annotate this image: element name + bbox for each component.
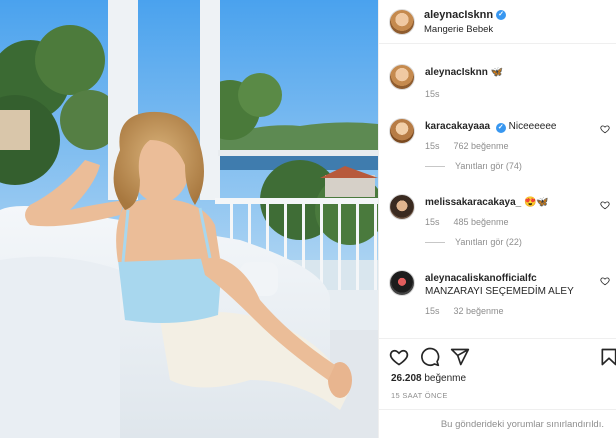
comment-meta: 15s 32 beğenme	[425, 306, 596, 316]
view-replies[interactable]: Yanıtları gör (74)	[425, 161, 596, 171]
comment-meta: 15s 762 beğenme	[425, 141, 596, 151]
comment-meta: 15s 485 beğenme	[425, 217, 596, 227]
likes-label: beğenme	[424, 373, 467, 384]
comment-username[interactable]: aleynacaliskanofficialfc	[425, 273, 537, 284]
replies-dash	[425, 165, 445, 167]
commenter-avatar[interactable]	[389, 270, 415, 296]
share-icon[interactable]	[450, 347, 470, 367]
comment-line: melissakaracakaya_ 😍🦋	[425, 196, 596, 209]
post-details-panel: aleynacIsknn ✓ Mangerie Bebek aleynacIsk…	[378, 0, 616, 438]
commenter-avatar[interactable]	[389, 118, 415, 144]
verified-badge-icon: ✓	[495, 123, 506, 133]
verified-badge-icon: ✓	[496, 9, 507, 20]
comment-text: 😍🦋	[523, 197, 549, 208]
comment-username[interactable]: melissakaracakaya_	[425, 197, 521, 208]
caption-text: 🦋	[490, 67, 504, 78]
author-avatar[interactable]	[389, 8, 415, 35]
comment-body: aleynacaliskanofficialfc MANZARAYI SEÇEM…	[425, 272, 596, 316]
comment-likes[interactable]: 485 beğenme	[454, 217, 509, 227]
view-replies[interactable]: Yanıtları gör (22)	[425, 237, 596, 247]
post-timestamp[interactable]: 15 SAAT ÖNCE	[391, 391, 448, 400]
post-actions: 26.208 beğenme 15 SAAT ÖNCE Bu gönderide…	[379, 338, 616, 438]
comment-body: karacakayaaa ✓ Niceeeeee 15s 762 beğenme…	[425, 120, 596, 171]
comment-text: MANZARAYI SEÇEMEDİM ALEY	[425, 286, 574, 297]
comment-like-heart-icon[interactable]	[600, 276, 610, 286]
restricted-text: Bu gönderideki yorumlar sınırlandırıldı.	[440, 419, 604, 430]
post-location[interactable]: Mangerie Bebek	[424, 24, 506, 35]
caption-meta: 15s	[425, 89, 596, 99]
comment-line: aleynacaliskanofficialfc MANZARAYI SEÇEM…	[425, 272, 596, 298]
comment-username[interactable]: karacakayaaa	[425, 121, 490, 132]
caption-username[interactable]: aleynacIsknn	[425, 67, 488, 78]
author-username[interactable]: aleynacIsknn	[424, 9, 493, 21]
replies-dash	[425, 241, 445, 243]
comment-item: karacakayaaa ✓ Niceeeeee 15s 762 beğenme…	[389, 118, 610, 184]
caption: aleynacIsknn 🦋 15s	[389, 64, 610, 104]
comment-like-heart-icon[interactable]	[600, 124, 610, 134]
comments-restricted-notice: Bu gönderideki yorumlar sınırlandırıldı.	[379, 409, 616, 438]
view-replies-label: Yanıtları gör (22)	[455, 237, 522, 247]
comment-item: aleynacaliskanofficialfc MANZARAYI SEÇEM…	[389, 270, 610, 330]
view-replies-label: Yanıtları gör (74)	[455, 161, 522, 171]
caption-line: aleynacIsknn 🦋	[425, 66, 596, 79]
caption-body: aleynacIsknn 🦋 15s	[425, 66, 596, 99]
comment-line: karacakayaaa ✓ Niceeeeee	[425, 120, 596, 133]
likes-summary[interactable]: 26.208 beğenme	[391, 373, 466, 384]
post-photo-illustration	[0, 0, 378, 438]
action-icons	[389, 347, 616, 367]
commenter-avatar[interactable]	[389, 194, 415, 220]
comment-likes[interactable]: 762 beğenme	[454, 141, 509, 151]
comment-time: 15s	[425, 306, 440, 316]
post-header: aleynacIsknn ✓ Mangerie Bebek	[379, 0, 616, 44]
comment-time: 15s	[425, 141, 440, 151]
comment-time: 15s	[425, 217, 440, 227]
post-photo[interactable]	[0, 0, 378, 438]
comment-like-heart-icon[interactable]	[600, 200, 610, 210]
likes-count: 26.208	[391, 373, 422, 384]
author-username-row: aleynacIsknn ✓	[424, 9, 507, 21]
comment-item: melissakaracakaya_ 😍🦋 15s 485 beğenme Ya…	[389, 194, 610, 260]
comment-text: Niceeeeee	[508, 121, 557, 132]
heart-icon[interactable]	[389, 347, 409, 367]
comment-icon[interactable]	[420, 347, 440, 367]
bookmark-icon[interactable]	[599, 347, 616, 367]
author-avatar[interactable]	[389, 64, 415, 90]
caption-time: 15s	[425, 89, 440, 99]
author-info: aleynacIsknn ✓ Mangerie Bebek	[424, 9, 507, 35]
comment-likes[interactable]: 32 beğenme	[454, 306, 504, 316]
comment-body: melissakaracakaya_ 😍🦋 15s 485 beğenme Ya…	[425, 196, 596, 247]
